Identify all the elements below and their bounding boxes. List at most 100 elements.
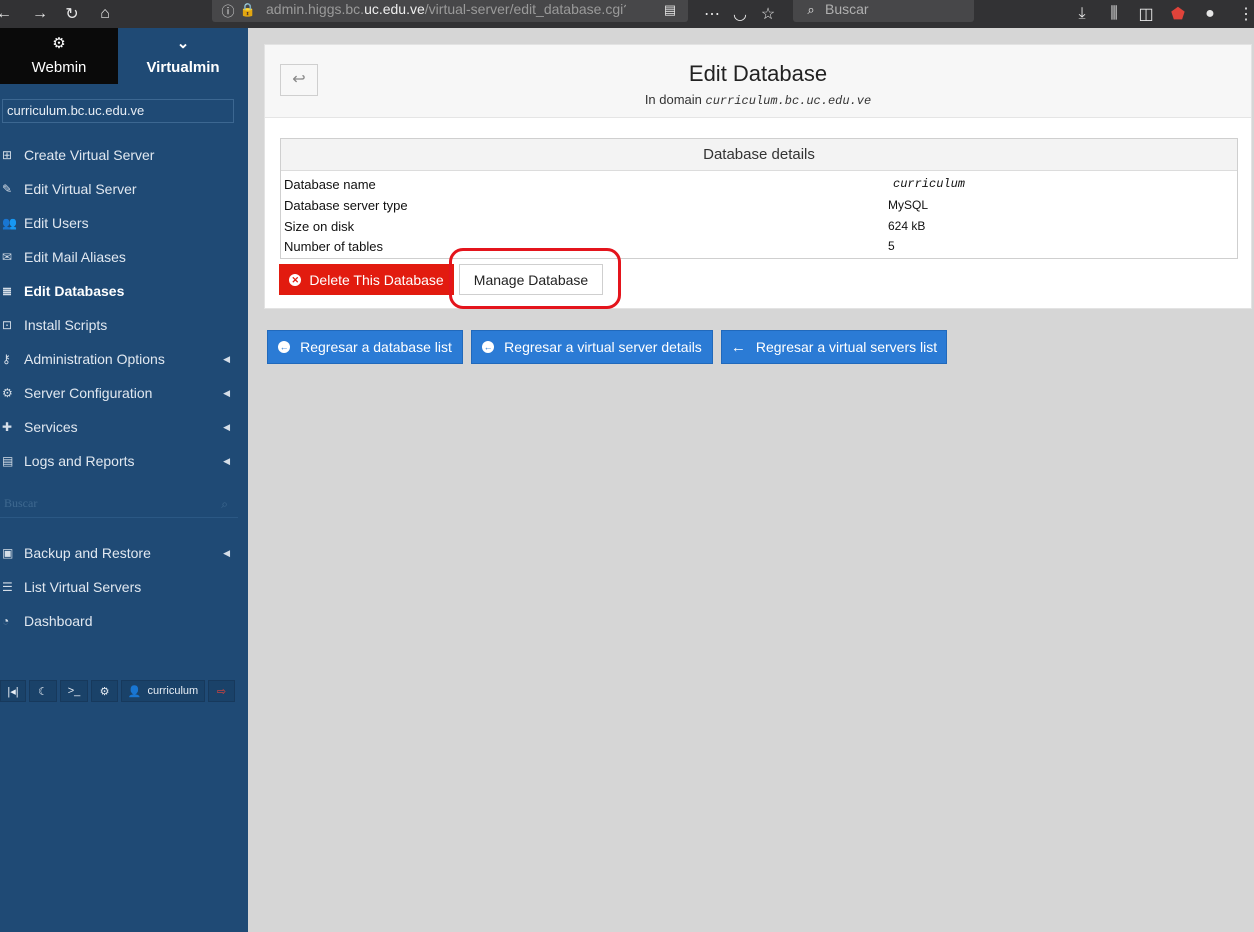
page-subtitle: In domain curriculum.bc.uc.edu.ve xyxy=(265,92,1251,108)
pocket-icon[interactable]: ◡ xyxy=(730,0,750,28)
collapse-sidebar-icon[interactable]: |◂| xyxy=(0,680,26,702)
back-to-database-list-button[interactable]: ← Regresar a database list xyxy=(267,330,463,364)
puzzle-icon: ✚ xyxy=(2,420,13,434)
sidebar-toggle-icon[interactable]: ◫ xyxy=(1136,0,1156,28)
back-to-virtual-server-details-button[interactable]: ← Regresar a virtual server details xyxy=(471,330,713,364)
tab-virtualmin-label: Virtualmin xyxy=(146,59,220,76)
more-actions-icon[interactable]: ⋯ xyxy=(702,0,722,28)
sidebar-item-logs-and-reports[interactable]: ▤ Logs and Reports ◀ xyxy=(0,446,248,476)
circle-arrow-left-icon: ← xyxy=(278,341,291,353)
row-value: 5 xyxy=(888,239,895,253)
main-panel: ↩ Edit Database In domain curriculum.bc.… xyxy=(264,44,1252,309)
sidebar-item-label: Edit Virtual Server xyxy=(24,181,137,197)
forward-arrow-icon[interactable]: → xyxy=(30,0,50,28)
user-icon: 👤 xyxy=(127,685,142,698)
sidebar-item-edit-virtual-server[interactable]: ✎ Edit Virtual Server xyxy=(0,174,248,204)
key-icon: ⚷ xyxy=(2,352,11,366)
row-label: Database name xyxy=(284,177,376,192)
caret-left-icon: ◀ xyxy=(223,421,230,432)
menu-icon[interactable]: ⋮ xyxy=(1238,0,1254,28)
sidebar-search-placeholder: Buscar xyxy=(4,496,38,510)
sidebar-item-backup-and-restore[interactable]: ▣ Backup and Restore ◀ xyxy=(0,538,248,568)
caret-left-icon: ◀ xyxy=(223,547,230,558)
sidebar-item-dashboard[interactable]: ◔ Dashboard xyxy=(0,606,248,636)
logout-icon[interactable]: ⇨ xyxy=(208,680,235,702)
subtitle-domain: curriculum.bc.uc.edu.ve xyxy=(705,94,872,108)
library-icon[interactable]: ⫼ xyxy=(1104,0,1124,28)
save-icon: ▣ xyxy=(2,546,14,560)
tab-webmin[interactable]: ⚙ Webmin xyxy=(0,28,118,84)
row-value: 624 kB xyxy=(888,219,926,233)
plus-square-icon: ⊞ xyxy=(2,148,13,162)
search-icon: ⌕ xyxy=(807,2,815,17)
sidebar-item-label: Edit Mail Aliases xyxy=(24,249,126,265)
sidebar-item-edit-mail-aliases[interactable]: ✉ Edit Mail Aliases xyxy=(0,242,248,272)
cogs-icon: ⚙ xyxy=(2,386,13,400)
terminal-icon[interactable]: >_ xyxy=(60,680,88,702)
table-row: Database name curriculum xyxy=(284,177,1234,197)
details-heading: Database details xyxy=(281,139,1237,171)
browser-search-placeholder: Buscar xyxy=(825,1,869,17)
table-row: Database server type MySQL xyxy=(284,198,1234,218)
tab-webmin-label: Webmin xyxy=(31,59,87,76)
sidebar-search-input[interactable]: Buscar ⌕ xyxy=(0,492,238,518)
users-icon: 👥 xyxy=(2,216,17,230)
sidebar-item-server-configuration[interactable]: ⚙ Server Configuration ◀ xyxy=(0,378,248,408)
sidebar-item-edit-databases[interactable]: ≣ Edit Databases xyxy=(0,276,248,306)
bookmark-star-icon[interactable]: ☆ xyxy=(758,0,778,28)
webmin-logo-icon: ⚙ xyxy=(52,35,66,52)
sidebar-item-services[interactable]: ✚ Services ◀ xyxy=(0,412,248,442)
user-name: curriculum xyxy=(147,685,199,697)
panel-header: ↩ Edit Database In domain curriculum.bc.… xyxy=(265,45,1251,118)
list-icon: ☰ xyxy=(2,580,13,594)
circle-arrow-left-icon: ← xyxy=(482,341,495,353)
delete-database-button[interactable]: ✕ Delete This Database xyxy=(279,264,454,295)
file-icon: ▤ xyxy=(2,454,14,468)
sidebar-item-label: Create Virtual Server xyxy=(24,147,155,163)
table-row: Size on disk 624 kB xyxy=(284,219,1234,239)
sidebar-item-create-virtual-server[interactable]: ⊞ Create Virtual Server xyxy=(0,140,248,170)
reader-view-icon[interactable]: ▤ xyxy=(662,0,678,20)
user-button[interactable]: 👤 curriculum xyxy=(121,680,205,702)
reload-icon[interactable]: ↻ xyxy=(62,0,82,28)
sidebar-item-list-virtual-servers[interactable]: ☰ List Virtual Servers xyxy=(0,572,248,602)
row-label: Number of tables xyxy=(284,239,383,254)
row-value: MySQL xyxy=(888,198,929,212)
home-icon[interactable]: ⌂ xyxy=(95,0,115,28)
tab-virtualmin[interactable]: ⌄ Virtualmin xyxy=(118,28,248,84)
button-label: Regresar a virtual server details xyxy=(504,339,702,355)
url-bar[interactable]: ⓘ 🔒 admin.higgs.bc.uc.edu.ve/virtual-ser… xyxy=(212,0,688,22)
database-icon: ≣ xyxy=(2,284,13,298)
button-label: Regresar a database list xyxy=(300,339,452,355)
back-to-virtual-servers-list-button[interactable]: ← Regresar a virtual servers list xyxy=(721,330,947,364)
domain-select[interactable]: curriculum.bc.uc.edu.ve xyxy=(2,99,234,123)
shield-addon-icon[interactable]: ⬟ xyxy=(1168,0,1188,28)
sidebar-item-label: Install Scripts xyxy=(24,317,108,333)
browser-search-input[interactable]: ⌕ Buscar xyxy=(793,0,974,22)
delete-database-label: Delete This Database xyxy=(309,271,444,288)
page-title: Edit Database xyxy=(688,61,828,86)
info-icon[interactable]: ⓘ xyxy=(220,0,236,20)
url-text: admin.higgs.bc.uc.edu.ve/virtual-server/… xyxy=(266,1,626,17)
row-label: Database server type xyxy=(284,198,408,213)
caret-left-icon: ◀ xyxy=(223,387,230,398)
install-icon: ⊡ xyxy=(2,318,13,332)
table-row: Number of tables 5 xyxy=(284,239,1234,259)
times-circle-icon: ✕ xyxy=(289,273,302,286)
database-details-table: Database details Database name curriculu… xyxy=(280,138,1238,259)
sidebar-item-label: Logs and Reports xyxy=(24,453,135,469)
settings-icon[interactable]: ⚙ xyxy=(91,680,118,702)
download-icon[interactable]: ⤓ xyxy=(1072,0,1092,28)
sidebar-item-install-scripts[interactable]: ⊡ Install Scripts xyxy=(0,310,248,340)
insecure-lock-icon[interactable]: 🔒 xyxy=(240,0,256,20)
sidebar-item-label: Edit Users xyxy=(24,215,89,231)
sidebar-item-edit-users[interactable]: 👥 Edit Users xyxy=(0,208,248,238)
sidebar-item-administration-options[interactable]: ⚷ Administration Options ◀ xyxy=(0,344,248,374)
sidebar-item-label: List Virtual Servers xyxy=(24,579,142,595)
arrow-left-icon: ← xyxy=(730,338,746,356)
button-label: Regresar a virtual servers list xyxy=(755,339,938,355)
edit-icon: ✎ xyxy=(2,182,13,196)
addon-icon[interactable]: ● xyxy=(1200,0,1220,28)
back-arrow-icon[interactable]: ← xyxy=(0,0,14,28)
night-mode-icon[interactable]: ☾ xyxy=(29,680,57,702)
